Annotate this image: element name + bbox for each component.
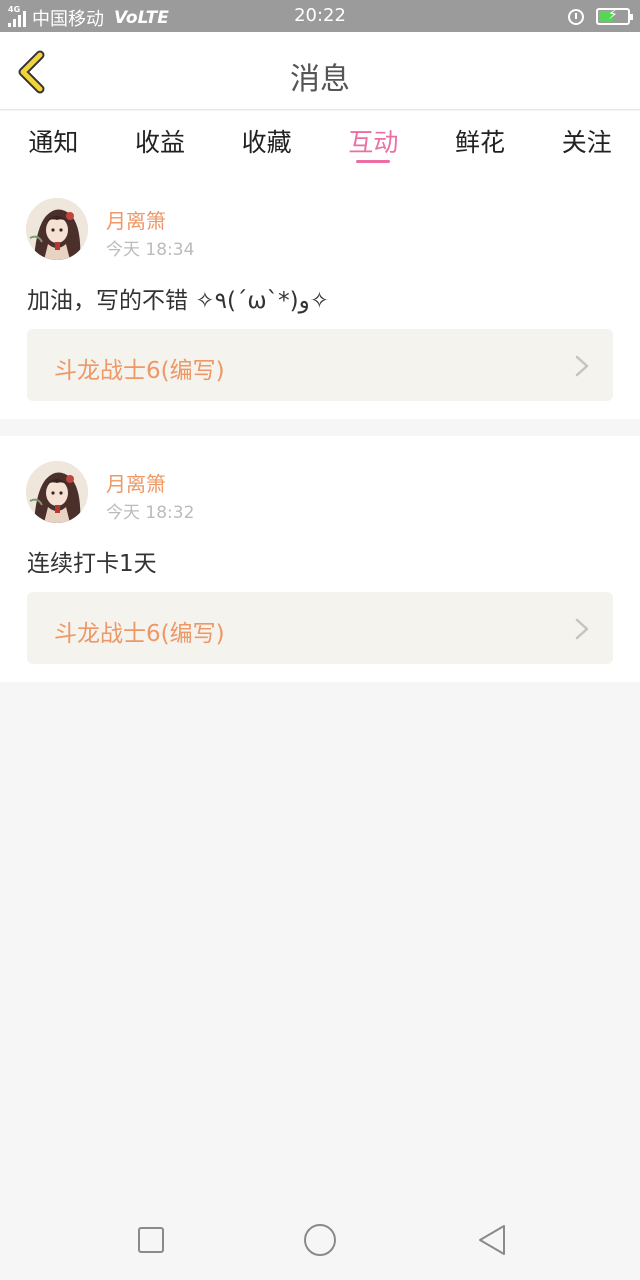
system-nav-bar bbox=[0, 1200, 640, 1280]
header: 消息 bbox=[0, 32, 640, 110]
tab-bar: 通知 收益 收藏 互动 鲜花 关注 bbox=[0, 111, 640, 173]
book-link[interactable]: 斗龙战士6(编写) bbox=[27, 592, 613, 664]
recent-apps-icon bbox=[138, 1227, 164, 1253]
status-right: ⚡ bbox=[566, 6, 633, 26]
tab-earnings[interactable]: 收益 bbox=[107, 111, 214, 173]
avatar[interactable] bbox=[26, 198, 88, 260]
back-triangle-icon bbox=[479, 1225, 505, 1255]
home-button[interactable] bbox=[300, 1220, 340, 1260]
chevron-right-icon bbox=[575, 618, 589, 640]
tab-flowers[interactable]: 鲜花 bbox=[427, 111, 534, 173]
book-title: 斗龙战士6(编写) bbox=[54, 621, 225, 647]
clock: 20:22 bbox=[294, 5, 346, 26]
timestamp: 今天 18:32 bbox=[106, 503, 195, 523]
username[interactable]: 月离箫 bbox=[106, 468, 166, 497]
avatar[interactable] bbox=[26, 461, 88, 523]
alarm-icon bbox=[566, 6, 586, 26]
message-card: 月离箫 今天 18:34 加油，写的不错 ✧٩(ˊωˋ*)و✧ 斗龙战士6(编写… bbox=[0, 173, 640, 419]
avatar-image bbox=[26, 198, 88, 260]
recent-apps-button[interactable] bbox=[131, 1220, 171, 1260]
avatar-image bbox=[26, 461, 88, 523]
page-title: 消息 bbox=[290, 62, 350, 97]
timestamp: 今天 18:34 bbox=[106, 240, 195, 260]
status-bar: 4G 中国移动 VoLTE 20:22 ⚡ bbox=[0, 0, 640, 32]
chevron-right-icon bbox=[575, 355, 589, 377]
username[interactable]: 月离箫 bbox=[106, 205, 166, 234]
message-card: 月离箫 今天 18:32 连续打卡1天 斗龙战士6(编写) bbox=[0, 436, 640, 682]
tab-notifications[interactable]: 通知 bbox=[0, 111, 107, 173]
battery-charging-icon: ⚡ bbox=[596, 7, 633, 25]
tab-interactions[interactable]: 互动 bbox=[320, 111, 427, 173]
home-icon bbox=[304, 1224, 336, 1256]
message-text: 加油，写的不错 ✧٩(ˊωˋ*)و✧ bbox=[27, 288, 330, 314]
book-link[interactable]: 斗龙战士6(编写) bbox=[27, 329, 613, 401]
tab-favorites[interactable]: 收藏 bbox=[213, 111, 320, 173]
message-text: 连续打卡1天 bbox=[27, 551, 157, 577]
tab-following[interactable]: 关注 bbox=[533, 111, 640, 173]
back-nav-button[interactable] bbox=[472, 1220, 512, 1260]
book-title: 斗龙战士6(编写) bbox=[54, 358, 225, 384]
